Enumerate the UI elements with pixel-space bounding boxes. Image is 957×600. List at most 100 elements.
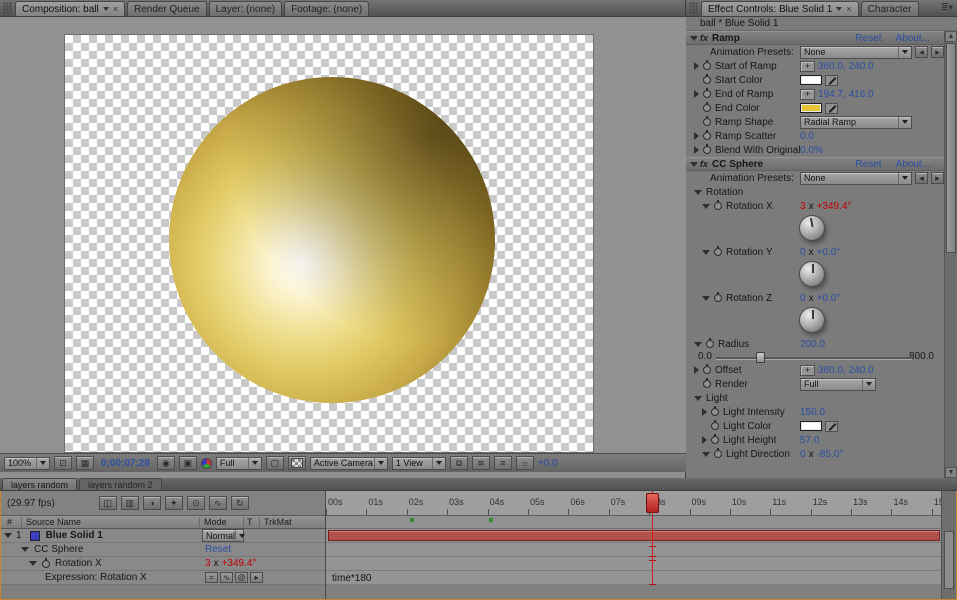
- stopwatch-icon[interactable]: [703, 118, 711, 126]
- param-label[interactable]: Rotation Y: [726, 247, 773, 258]
- stopwatch-icon[interactable]: [703, 62, 711, 70]
- tab-timeline-layers-random-2[interactable]: layers random 2: [79, 478, 162, 490]
- stopwatch-icon[interactable]: [703, 146, 711, 154]
- column-number[interactable]: #: [1, 517, 21, 527]
- stopwatch-icon[interactable]: [714, 450, 722, 458]
- tab-footage[interactable]: Footage: (none): [284, 1, 369, 16]
- layer-name[interactable]: Blue Solid 1: [46, 530, 103, 541]
- param-label[interactable]: Ramp Shape: [715, 117, 773, 128]
- brainstorm-icon[interactable]: ✦: [165, 496, 183, 510]
- param-value[interactable]: 0.0%: [800, 145, 823, 156]
- stopwatch-icon[interactable]: [714, 294, 722, 302]
- param-value[interactable]: 0.0: [800, 131, 814, 142]
- stopwatch-icon[interactable]: [711, 436, 719, 444]
- safe-zones-icon[interactable]: ⊡: [54, 456, 72, 470]
- column-trkmat[interactable]: TrkMat: [259, 517, 313, 527]
- degrees-value[interactable]: +0.0°: [817, 293, 841, 304]
- color-swatch[interactable]: [800, 103, 822, 113]
- param-label[interactable]: Rotation X: [726, 201, 773, 212]
- twirl-open-icon[interactable]: [694, 342, 702, 347]
- param-label[interactable]: Start Color: [715, 75, 763, 86]
- stopwatch-icon[interactable]: [703, 76, 711, 84]
- transparency-grid-icon[interactable]: [288, 456, 306, 470]
- expression-row[interactable]: Expression: Rotation X = ∿ @ ▸: [1, 571, 325, 585]
- tab-effect-controls[interactable]: Effect Controls: Blue Solid 1 ×: [701, 1, 859, 16]
- panel-dropdown-icon[interactable]: [836, 7, 842, 11]
- color-swatch[interactable]: [800, 421, 822, 431]
- tab-timeline-layers-random[interactable]: layers random: [2, 478, 77, 490]
- expression-code[interactable]: time*180: [332, 573, 371, 584]
- column-source-name[interactable]: Source Name: [21, 517, 199, 527]
- param-label[interactable]: Ramp Scatter: [715, 131, 776, 142]
- view-layout-dropdown[interactable]: 1 View: [392, 457, 446, 470]
- tab-character[interactable]: Character: [861, 1, 919, 16]
- twirl-closed-icon[interactable]: [702, 408, 707, 416]
- twirl-open-icon[interactable]: [702, 296, 710, 301]
- panel-grip-icon[interactable]: [3, 2, 12, 14]
- about-link[interactable]: About...: [896, 159, 930, 170]
- twirl-closed-icon[interactable]: [694, 62, 699, 70]
- twirl-closed-icon[interactable]: [694, 146, 699, 154]
- twirl-open-icon[interactable]: [21, 547, 29, 552]
- twirl-open-icon[interactable]: [694, 190, 702, 195]
- timeline-button-icon[interactable]: ≡: [494, 456, 512, 470]
- revolutions-value[interactable]: 3: [800, 201, 806, 212]
- pixel-aspect-correction-icon[interactable]: ⧉: [450, 456, 468, 470]
- degrees-value[interactable]: +0.0°: [817, 247, 841, 258]
- group-label[interactable]: Rotation: [706, 187, 743, 198]
- param-value[interactable]: 360.0, 240.0: [818, 365, 874, 376]
- twirl-closed-icon[interactable]: [702, 436, 707, 444]
- stopwatch-icon[interactable]: [703, 132, 711, 140]
- stopwatch-icon[interactable]: [703, 104, 711, 112]
- live-update-icon[interactable]: ↻: [231, 496, 249, 510]
- eyedropper-icon[interactable]: [825, 421, 838, 432]
- about-link[interactable]: About...: [896, 33, 930, 44]
- twirl-open-icon[interactable]: [690, 162, 698, 167]
- param-value[interactable]: 57.0: [800, 435, 819, 446]
- stopwatch-icon[interactable]: [703, 380, 711, 388]
- stopwatch-icon[interactable]: [711, 408, 719, 416]
- param-label[interactable]: Light Height: [723, 435, 776, 446]
- param-value[interactable]: 200.0: [800, 339, 825, 350]
- current-time-field[interactable]: 0;00;07;28: [98, 458, 153, 469]
- ramp-shape-dropdown[interactable]: Radial Ramp: [800, 116, 912, 129]
- expression-track-row[interactable]: time*180: [326, 571, 941, 585]
- column-t[interactable]: T: [243, 517, 259, 527]
- stopwatch-icon[interactable]: [42, 560, 50, 568]
- param-value[interactable]: 360.0, 240.0: [818, 61, 874, 72]
- fast-previews-icon[interactable]: ≋: [472, 456, 490, 470]
- close-icon[interactable]: ×: [846, 5, 851, 14]
- stopwatch-icon[interactable]: [714, 248, 722, 256]
- reset-link[interactable]: Reset: [855, 159, 881, 170]
- rotation-dial[interactable]: [799, 307, 825, 333]
- show-channel-icon[interactable]: [201, 458, 212, 469]
- next-preset-icon[interactable]: ▸: [931, 172, 944, 184]
- stopwatch-icon[interactable]: [706, 340, 714, 348]
- param-label[interactable]: Radius: [718, 339, 749, 350]
- param-label[interactable]: Blend With Original: [715, 145, 801, 156]
- current-time-indicator-handle[interactable]: [646, 493, 659, 513]
- effect-header-cc-sphere[interactable]: fx CC Sphere Reset About...: [686, 157, 944, 171]
- expression-language-menu-icon[interactable]: ▸: [250, 572, 263, 583]
- rotation-dial[interactable]: [799, 261, 825, 287]
- param-label[interactable]: Light Color: [723, 421, 771, 432]
- param-label[interactable]: Offset: [715, 365, 742, 376]
- twirl-open-icon[interactable]: [702, 250, 710, 255]
- presets-dropdown[interactable]: None: [800, 46, 912, 59]
- twirl-closed-icon[interactable]: [694, 132, 699, 140]
- twirl-open-icon[interactable]: [29, 561, 37, 566]
- scrollbar-thumb[interactable]: [946, 43, 956, 253]
- next-preset-icon[interactable]: ▸: [931, 46, 944, 58]
- param-label[interactable]: Light Intensity: [723, 407, 785, 418]
- scrollbar-thumb[interactable]: [944, 531, 954, 589]
- layer-label-chip[interactable]: [30, 531, 40, 541]
- layer-duration-bar[interactable]: [328, 530, 940, 541]
- property-name[interactable]: Rotation X: [55, 558, 102, 569]
- twirl-closed-icon[interactable]: [694, 366, 699, 374]
- degrees-value[interactable]: +349.4°: [222, 558, 257, 569]
- degrees-value[interactable]: +349.4°: [817, 201, 852, 212]
- property-row-rotation-x[interactable]: Rotation X 3 x +349.4°: [1, 557, 325, 571]
- param-label[interactable]: End Color: [715, 103, 759, 114]
- scroll-up-icon[interactable]: ▲: [945, 31, 957, 42]
- revolutions-value[interactable]: 0: [800, 293, 806, 304]
